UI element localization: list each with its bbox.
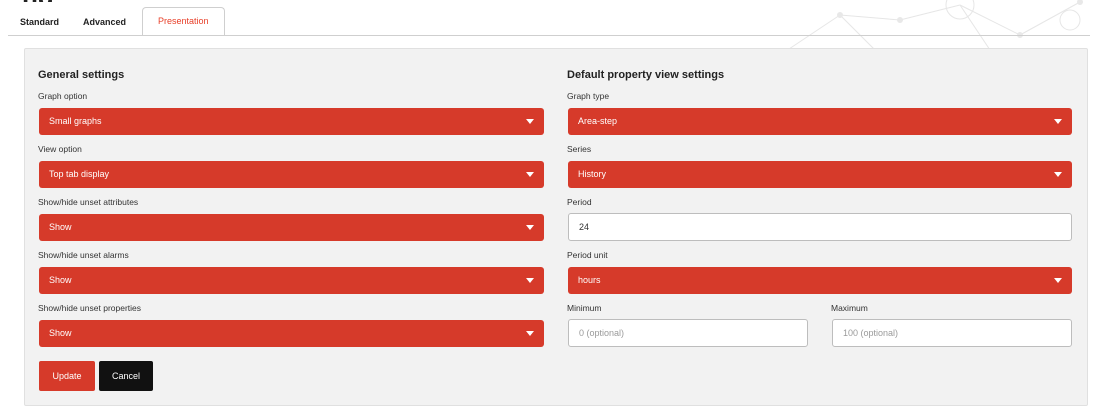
minimum-label: Minimum [567, 303, 602, 313]
unset-attributes-label: Show/hide unset attributes [38, 197, 139, 207]
tab-advanced[interactable]: Advanced [71, 9, 138, 35]
default-view-settings-title: Default property view settings [567, 69, 725, 81]
unset-attributes-value: Show [49, 222, 72, 232]
tab-divider [8, 35, 1090, 36]
general-settings-title: General settings [38, 69, 125, 81]
unset-properties-label: Show/hide unset properties [38, 303, 142, 313]
update-button[interactable]: Update [39, 361, 95, 391]
view-option-value: Top tab display [49, 169, 110, 179]
graph-option-value: Small graphs [49, 116, 102, 126]
graph-type-select[interactable]: Area-step [568, 108, 1072, 135]
period-unit-value: hours [578, 275, 601, 285]
chevron-down-icon [1054, 278, 1062, 283]
chevron-down-icon [1054, 172, 1062, 177]
minimum-placeholder: 0 (optional) [579, 328, 625, 338]
chevron-down-icon [526, 278, 534, 283]
graph-type-value: Area-step [578, 116, 618, 126]
chevron-down-icon [526, 119, 534, 124]
period-unit-label: Period unit [567, 250, 608, 260]
settings-panel: General settings Graph option Small grap… [24, 48, 1088, 406]
chevron-down-icon [1054, 119, 1062, 124]
period-unit-select[interactable]: hours [568, 267, 1072, 294]
minimum-input[interactable]: 0 (optional) [568, 319, 808, 347]
graph-option-label: Graph option [38, 91, 88, 101]
page-title: ng [22, 0, 132, 2]
unset-attributes-select[interactable]: Show [39, 214, 544, 241]
chevron-down-icon [526, 172, 534, 177]
period-label: Period [567, 197, 592, 207]
graph-type-label: Graph type [567, 91, 610, 101]
unset-alarms-label: Show/hide unset alarms [38, 250, 129, 260]
tab-presentation[interactable]: Presentation [142, 7, 225, 36]
period-value: 24 [579, 222, 590, 232]
maximum-label: Maximum [831, 303, 868, 313]
unset-properties-value: Show [49, 328, 72, 338]
tab-standard[interactable]: Standard [8, 9, 71, 35]
period-input[interactable]: 24 [568, 213, 1072, 241]
view-option-select[interactable]: Top tab display [39, 161, 544, 188]
graph-option-select[interactable]: Small graphs [39, 108, 544, 135]
cancel-button[interactable]: Cancel [99, 361, 153, 391]
maximum-placeholder: 100 (optional) [843, 328, 899, 338]
view-option-label: View option [38, 144, 82, 154]
series-value: History [578, 169, 607, 179]
maximum-input[interactable]: 100 (optional) [832, 319, 1072, 347]
series-label: Series [567, 144, 592, 154]
chevron-down-icon [526, 225, 534, 230]
unset-alarms-select[interactable]: Show [39, 267, 544, 294]
tab-bar: Standard Advanced Presentation [8, 4, 225, 36]
unset-alarms-value: Show [49, 275, 72, 285]
unset-properties-select[interactable]: Show [39, 320, 544, 347]
series-select[interactable]: History [568, 161, 1072, 188]
chevron-down-icon [526, 331, 534, 336]
